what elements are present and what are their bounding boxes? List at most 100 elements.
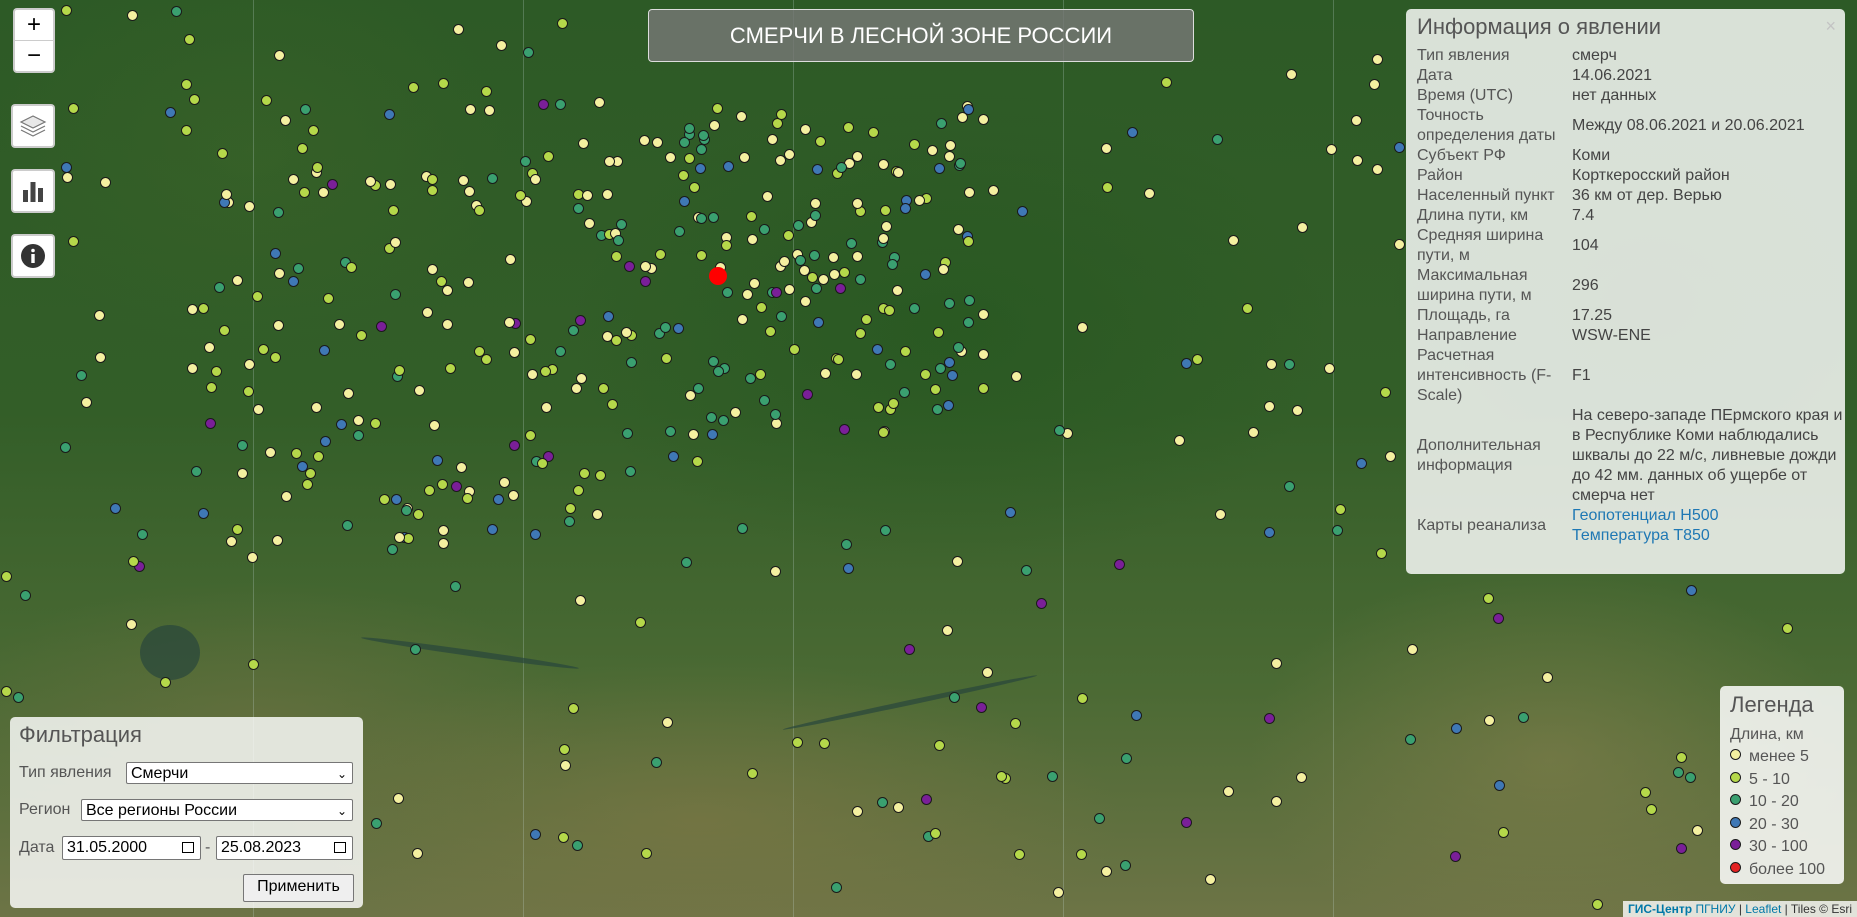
event-marker[interactable] (232, 524, 243, 535)
event-marker[interactable] (401, 505, 412, 516)
event-marker[interactable] (1021, 565, 1032, 576)
event-marker[interactable] (625, 466, 636, 477)
event-marker[interactable] (963, 236, 974, 247)
event-marker[interactable] (424, 485, 435, 496)
event-marker[interactable] (736, 111, 747, 122)
event-marker[interactable] (978, 114, 989, 125)
event-marker[interactable] (793, 220, 804, 231)
event-marker[interactable] (819, 738, 830, 749)
event-marker[interactable] (1352, 155, 1363, 166)
event-marker[interactable] (1077, 322, 1088, 333)
event-marker[interactable] (555, 346, 566, 357)
event-marker[interactable] (272, 535, 283, 546)
event-marker[interactable] (353, 415, 364, 426)
event-marker[interactable] (515, 190, 526, 201)
event-marker[interactable] (723, 161, 734, 172)
event-marker[interactable] (810, 210, 821, 221)
event-marker[interactable] (930, 828, 941, 839)
event-marker[interactable] (900, 203, 911, 214)
event-marker[interactable] (811, 283, 822, 294)
event-marker[interactable] (1450, 851, 1461, 862)
event-marker[interactable] (953, 342, 964, 353)
event-marker[interactable] (237, 468, 248, 479)
event-marker[interactable] (273, 207, 284, 218)
event-marker[interactable] (933, 327, 944, 338)
event-marker[interactable] (930, 384, 941, 395)
event-marker[interactable] (1131, 710, 1142, 721)
event-marker[interactable] (232, 275, 243, 286)
event-marker[interactable] (679, 137, 690, 148)
event-marker[interactable] (955, 158, 966, 169)
event-marker[interactable] (568, 325, 579, 336)
event-marker[interactable] (181, 125, 192, 136)
event-marker[interactable] (422, 307, 433, 318)
event-marker[interactable] (1264, 401, 1275, 412)
event-marker[interactable] (944, 357, 955, 368)
event-marker[interactable] (579, 468, 590, 479)
zoom-out-button[interactable]: − (15, 40, 53, 71)
event-marker[interactable] (767, 134, 778, 145)
event-marker[interactable] (509, 440, 520, 451)
event-marker[interactable] (244, 201, 255, 212)
event-marker[interactable] (525, 430, 536, 441)
event-marker[interactable] (427, 264, 438, 275)
event-marker[interactable] (438, 78, 449, 89)
event-marker[interactable] (520, 156, 531, 167)
event-marker[interactable] (387, 544, 398, 555)
event-marker[interactable] (274, 268, 285, 279)
event-marker[interactable] (594, 97, 605, 108)
event-marker[interactable] (572, 840, 583, 851)
event-marker[interactable] (527, 369, 538, 380)
event-marker[interactable] (936, 118, 947, 129)
layers-button[interactable] (11, 104, 55, 148)
event-marker[interactable] (945, 140, 956, 151)
event-marker[interactable] (884, 305, 895, 316)
event-marker[interactable] (706, 412, 717, 423)
event-marker[interactable] (1685, 772, 1696, 783)
event-marker[interactable] (762, 191, 773, 202)
event-marker[interactable] (770, 566, 781, 577)
event-marker[interactable] (963, 104, 974, 115)
event-marker[interactable] (540, 366, 551, 377)
event-marker[interactable] (746, 211, 757, 222)
leaflet-link[interactable]: Leaflet (1745, 902, 1781, 916)
event-marker[interactable] (68, 103, 79, 114)
event-marker[interactable] (487, 173, 498, 184)
event-marker[interactable] (713, 366, 724, 377)
event-marker[interactable] (878, 233, 889, 244)
event-marker[interactable] (949, 692, 960, 703)
event-marker[interactable] (815, 136, 826, 147)
event-marker[interactable] (852, 806, 863, 817)
event-marker[interactable] (323, 293, 334, 304)
event-marker[interactable] (784, 284, 795, 295)
event-marker[interactable] (802, 389, 813, 400)
event-marker[interactable] (909, 139, 920, 150)
event-marker[interactable] (689, 182, 700, 193)
event-marker[interactable] (474, 205, 485, 216)
event-marker[interactable] (252, 291, 263, 302)
event-marker[interactable] (1271, 658, 1282, 669)
event-marker[interactable] (662, 717, 673, 728)
event-marker[interactable] (749, 278, 760, 289)
event-marker[interactable] (299, 187, 310, 198)
event-marker[interactable] (881, 221, 892, 232)
event-marker[interactable] (888, 398, 899, 409)
event-marker[interactable] (708, 212, 719, 223)
event-marker[interactable] (226, 536, 237, 547)
event-marker[interactable] (565, 503, 576, 514)
event-marker[interactable] (312, 162, 323, 173)
event-marker[interactable] (465, 104, 476, 115)
event-marker[interactable] (181, 79, 192, 90)
event-marker[interactable] (1053, 887, 1064, 898)
event-marker[interactable] (1451, 723, 1462, 734)
gis-center-link[interactable]: ГИС-Центр (1628, 902, 1692, 916)
event-marker[interactable] (641, 848, 652, 859)
region-select[interactable]: Все регионы России ⌄ (81, 799, 353, 821)
event-marker[interactable] (437, 479, 448, 490)
event-marker[interactable] (1121, 753, 1132, 764)
event-marker[interactable] (427, 174, 438, 185)
event-marker[interactable] (253, 404, 264, 415)
event-marker[interactable] (508, 490, 519, 501)
event-marker[interactable] (698, 130, 709, 141)
event-marker[interactable] (1017, 206, 1028, 217)
